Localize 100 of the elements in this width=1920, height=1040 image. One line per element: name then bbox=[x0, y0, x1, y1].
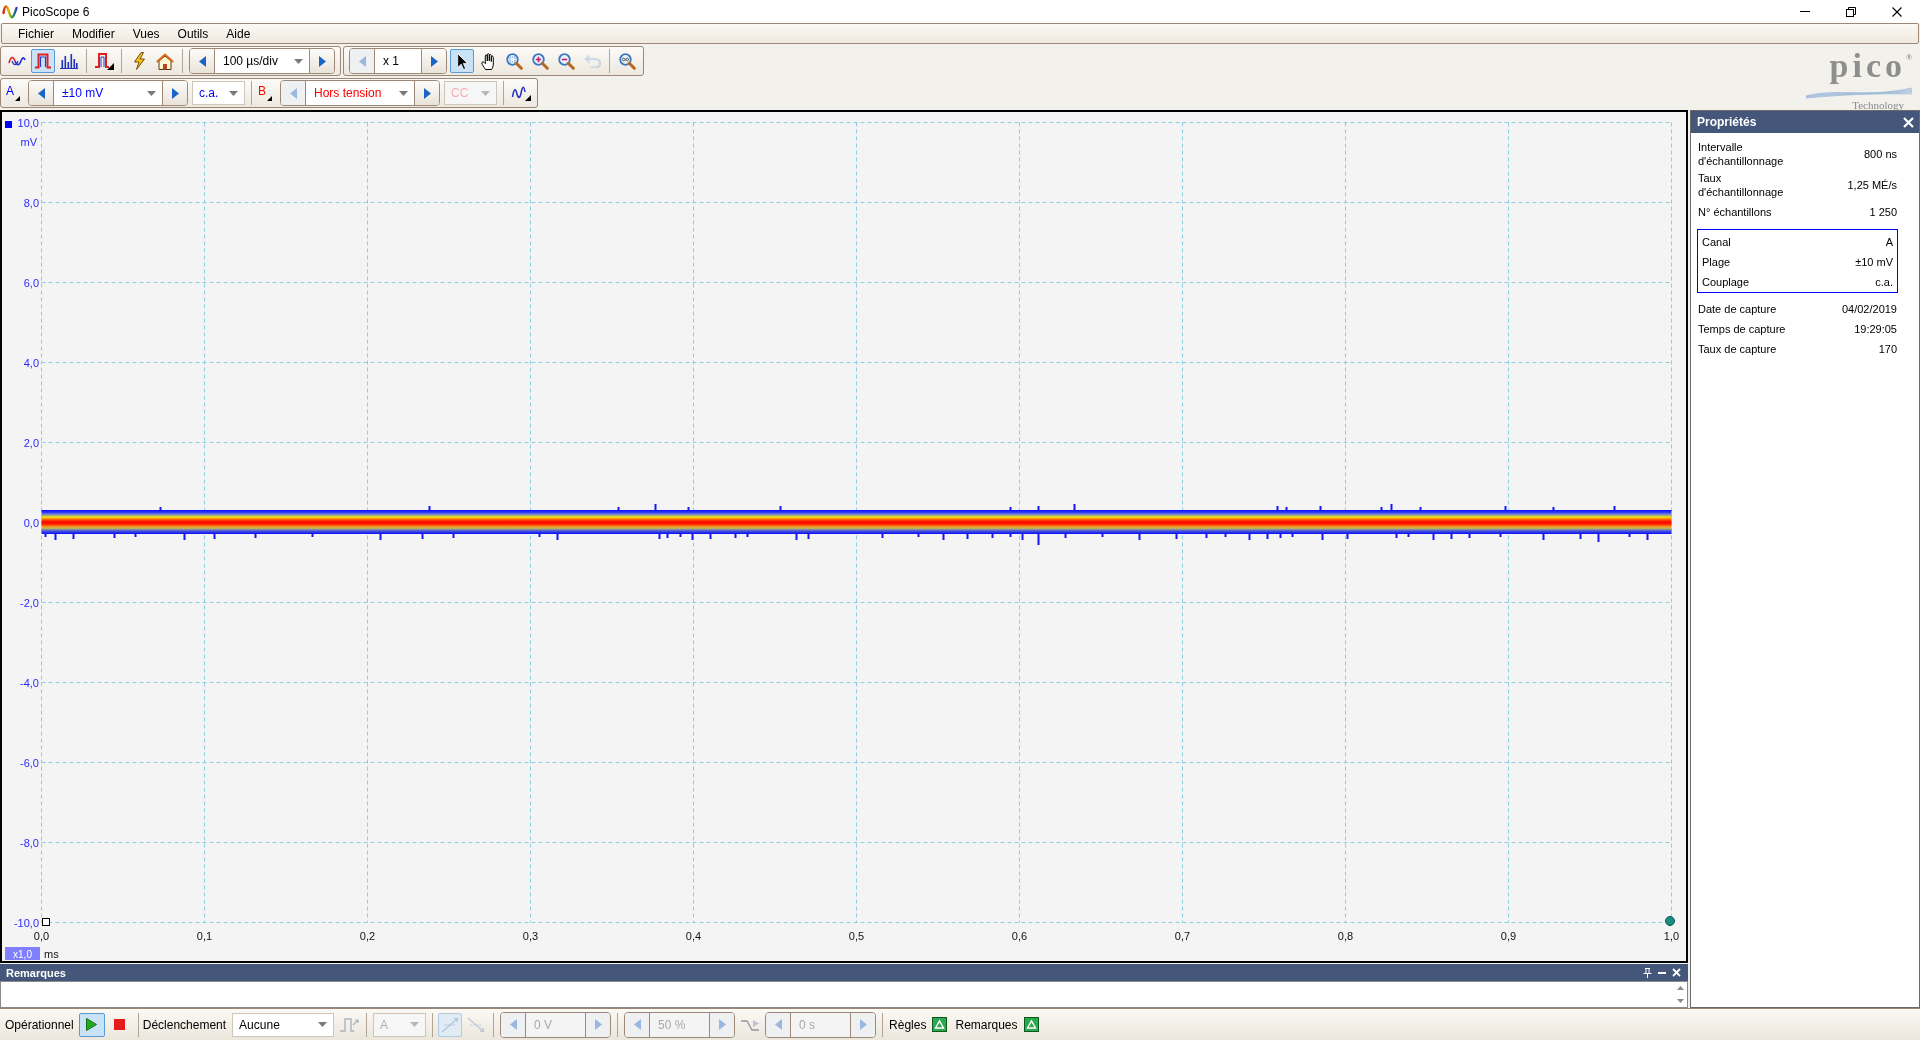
zoom-area-icon bbox=[505, 52, 523, 70]
property-value: 1,25 MÉ/s bbox=[1847, 178, 1897, 192]
menu-item[interactable]: Vues bbox=[123, 26, 169, 41]
view-mode-button[interactable] bbox=[31, 49, 55, 73]
y-axis-label: -4,0 bbox=[20, 676, 39, 689]
restore-icon bbox=[1846, 6, 1856, 17]
menu-item[interactable]: Aide bbox=[217, 26, 260, 41]
corner-caret-icon bbox=[15, 96, 20, 101]
square-wave-icon bbox=[94, 52, 114, 70]
right-arrow-icon bbox=[318, 55, 326, 67]
y-axis-label: 6,0 bbox=[23, 276, 39, 289]
y-axis-label: -8,0 bbox=[20, 836, 39, 849]
menu-item[interactable]: Fichier bbox=[9, 26, 63, 41]
close-icon bbox=[1672, 968, 1681, 977]
property-value: ±10 mV bbox=[1855, 255, 1893, 269]
panel-title: Remarques bbox=[6, 966, 66, 979]
play-icon bbox=[86, 1018, 98, 1031]
property-label: N° échantillons bbox=[1698, 205, 1773, 219]
property-value: 800 ns bbox=[1863, 147, 1897, 161]
hand-icon bbox=[481, 52, 495, 70]
x-axis-label: 0,2 bbox=[359, 930, 376, 942]
left-arrow-icon bbox=[774, 1019, 782, 1030]
menu-item[interactable]: Modifier bbox=[63, 26, 124, 41]
range-dropdown[interactable]: Hors tension bbox=[305, 81, 415, 105]
right-arrow-icon bbox=[594, 1019, 602, 1030]
panel-toggle-button[interactable]: Règles bbox=[887, 1012, 954, 1037]
left-arrow-icon bbox=[509, 1019, 517, 1030]
panel-toggle-button[interactable]: Remarques bbox=[953, 1012, 1045, 1037]
property-label: Plage bbox=[1702, 255, 1732, 269]
run-status-label: Opérationnel bbox=[5, 1017, 74, 1032]
zoom-field[interactable]: x 1 bbox=[374, 49, 422, 73]
property-label: Temps de capture bbox=[1698, 322, 1787, 336]
falling-edge-icon bbox=[467, 1016, 486, 1033]
next-button[interactable] bbox=[415, 81, 439, 105]
pin-icon bbox=[1643, 967, 1652, 978]
lightning-icon bbox=[132, 52, 146, 70]
square-pulse-icon bbox=[34, 53, 52, 69]
previous-button[interactable] bbox=[29, 81, 53, 105]
left-arrow-icon bbox=[198, 55, 206, 67]
pulse-arrow-icon bbox=[339, 1016, 360, 1033]
menu-item[interactable]: Outils bbox=[168, 26, 218, 41]
property-value: 1 250 bbox=[1869, 205, 1897, 219]
y-axis-label: 0,0 bbox=[23, 516, 39, 529]
left-arrow-icon bbox=[633, 1019, 641, 1030]
y-axis-label: 2,0 bbox=[23, 436, 39, 449]
tool-button[interactable] bbox=[450, 49, 474, 73]
zoom-scale-badge: x1,0 bbox=[5, 947, 40, 960]
y-unit-label: mV bbox=[20, 136, 37, 148]
x-axis-label: 0,4 bbox=[685, 930, 702, 942]
channel-button[interactable]: A bbox=[4, 81, 26, 105]
timebase-dropdown[interactable]: 100 µs/div bbox=[214, 49, 310, 73]
panel-title: Propriétés bbox=[1697, 115, 1757, 129]
next-button[interactable] bbox=[310, 49, 334, 73]
previous-button[interactable] bbox=[190, 49, 214, 73]
right-arrow-icon bbox=[859, 1019, 867, 1030]
square-handle-icon[interactable] bbox=[42, 918, 50, 926]
right-arrow-icon bbox=[718, 1019, 726, 1030]
magnifier-icon bbox=[618, 52, 636, 70]
x-axis-label: 0,8 bbox=[1337, 930, 1354, 942]
minimize-icon bbox=[1800, 11, 1810, 12]
caret-icon bbox=[410, 1022, 420, 1027]
y-axis-label: 10,0 bbox=[17, 116, 39, 129]
stop-icon bbox=[114, 1019, 126, 1030]
close-icon bbox=[1892, 6, 1902, 17]
property-value: 170 bbox=[1878, 342, 1897, 356]
corner-caret-icon bbox=[267, 96, 272, 101]
x-axis-label: 0,7 bbox=[1174, 930, 1191, 942]
up-triangle-icon bbox=[932, 1017, 948, 1032]
sine-wave-icon bbox=[8, 55, 26, 67]
x-axis-label: 0,0 bbox=[33, 930, 50, 942]
coupling-dropdown[interactable]: c.a. bbox=[192, 81, 245, 105]
caret-icon bbox=[399, 90, 408, 96]
property-label: Taux de capture bbox=[1698, 342, 1778, 356]
property-label: Intervalle d'échantillonnage bbox=[1698, 140, 1785, 168]
circle-handle-icon[interactable] bbox=[1665, 916, 1675, 926]
undo-icon bbox=[583, 54, 601, 68]
caret-icon bbox=[147, 90, 156, 96]
x-axis-label: 0,3 bbox=[522, 930, 539, 942]
right-arrow-icon bbox=[423, 87, 431, 99]
left-arrow-icon bbox=[289, 87, 297, 99]
x-axis-label: 0,6 bbox=[1011, 930, 1028, 942]
up-triangle-icon bbox=[1023, 1017, 1039, 1032]
minimize-icon bbox=[1658, 971, 1666, 974]
scroll-down-icon bbox=[1676, 999, 1684, 1003]
start-button[interactable] bbox=[78, 1012, 105, 1037]
right-arrow-icon bbox=[430, 55, 438, 67]
range-dropdown[interactable]: ±10 mV bbox=[53, 81, 163, 105]
channel-button[interactable]: B bbox=[256, 81, 278, 105]
property-label: Taux d'échantillonnage bbox=[1698, 171, 1785, 199]
x-axis-label: 0,1 bbox=[196, 930, 213, 942]
notes-field[interactable] bbox=[0, 981, 1688, 1008]
trigger-mode-dropdown[interactable]: Aucune bbox=[232, 1012, 335, 1037]
property-label: Date de capture bbox=[1698, 302, 1778, 316]
pointer-icon bbox=[456, 52, 468, 70]
next-button[interactable] bbox=[163, 81, 187, 105]
left-arrow-icon bbox=[358, 55, 366, 67]
logo-wordmark: pico$^{®}$ bbox=[1829, 46, 1912, 86]
next-button[interactable] bbox=[422, 49, 446, 73]
y-axis-label: 4,0 bbox=[23, 356, 39, 369]
caret-icon bbox=[229, 90, 238, 96]
